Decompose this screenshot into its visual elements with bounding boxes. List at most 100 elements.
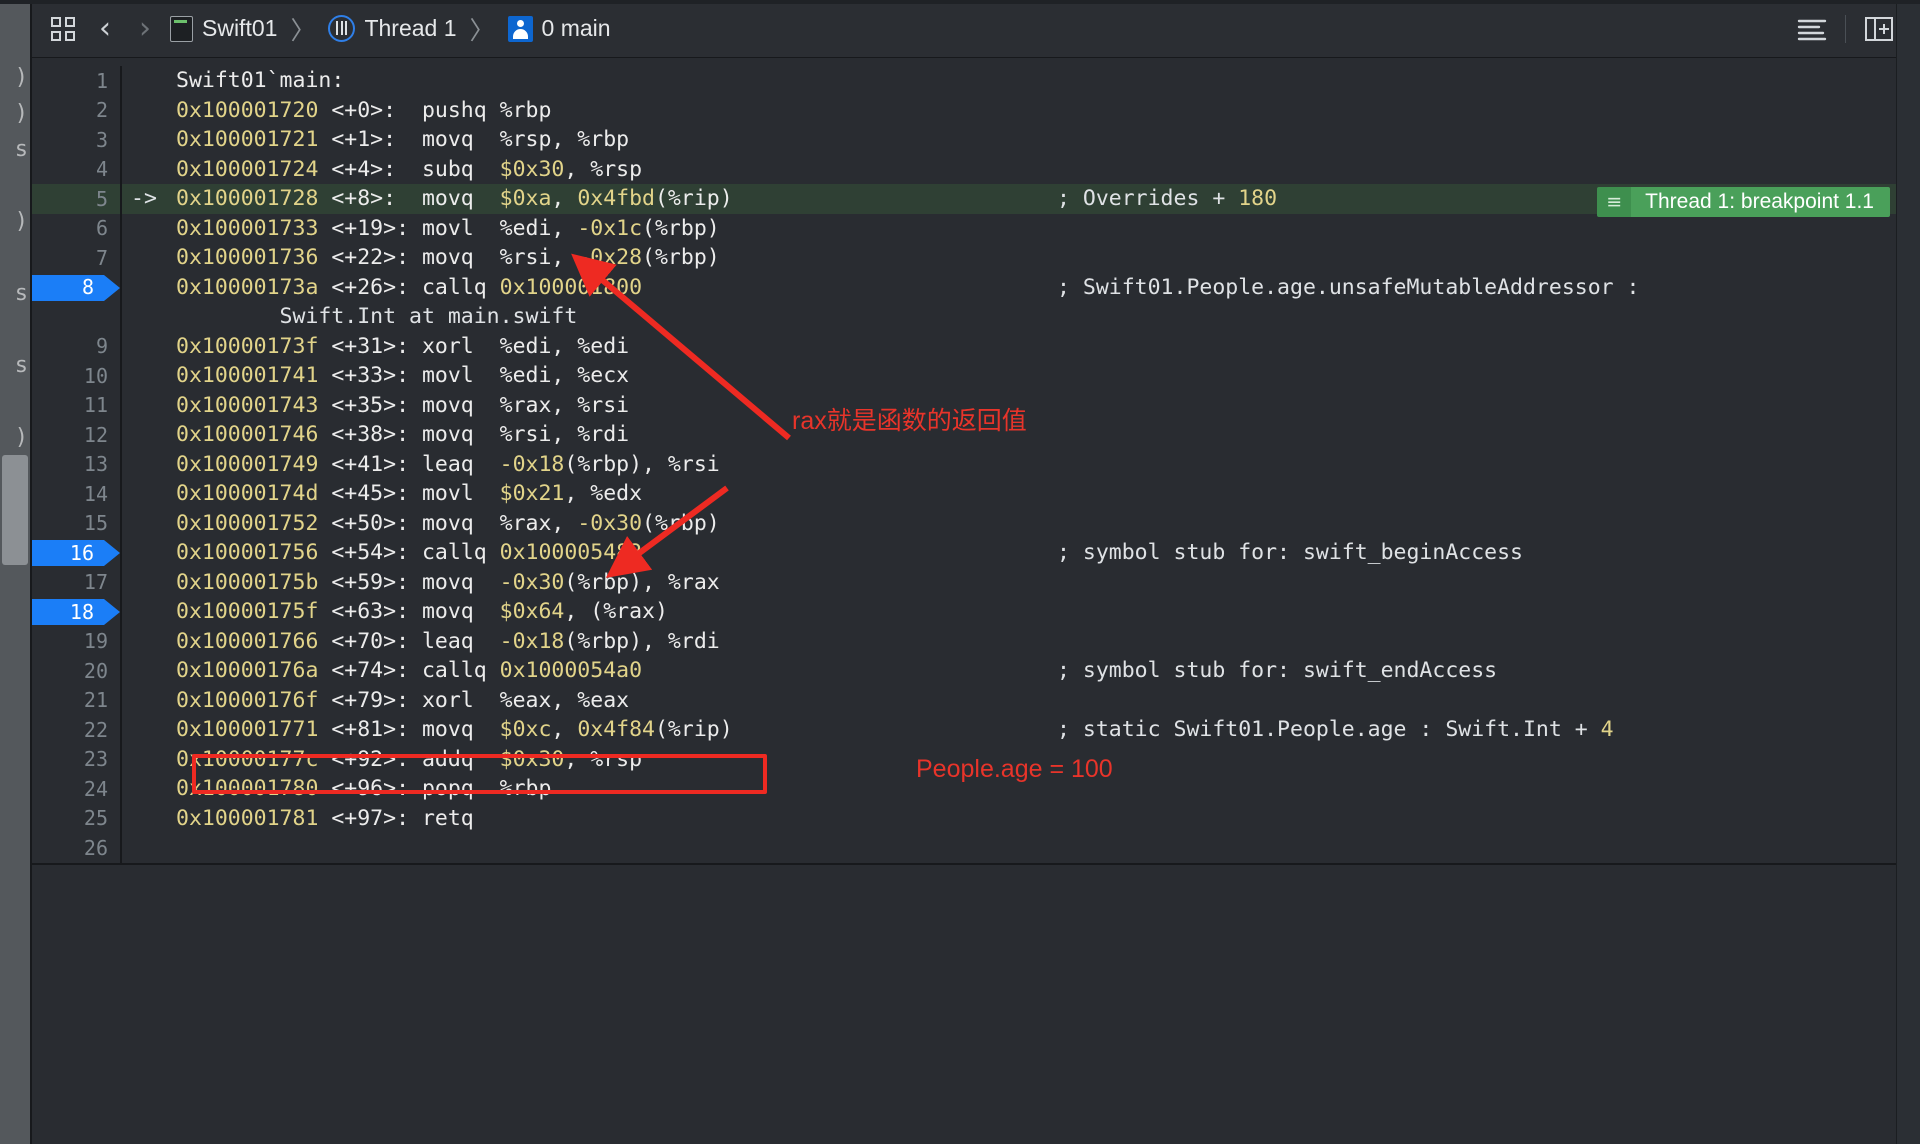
code-row[interactable]: 12 0x100001746 <+38>: movq %rsi, %rdi [32, 420, 1920, 450]
line-number: 25 [83, 806, 108, 831]
code-row[interactable]: 14 0x10000174d <+45>: movl $0x21, %edx [32, 479, 1920, 509]
breadcrumb-label-project: Swift01 [202, 15, 278, 41]
line-number: 14 [83, 481, 108, 506]
code-row[interactable]: 25 0x100001781 <+97>: retq [32, 803, 1920, 833]
code-row[interactable]: 10 0x100001741 <+33>: movl %edi, %ecx [32, 361, 1920, 391]
left-panel-scrollbar[interactable] [2, 455, 28, 565]
breakpoint-marker[interactable]: 8 [32, 273, 120, 303]
code-row[interactable]: 22 0x100001771 <+81>: movq $0xc, 0x4f84(%… [32, 715, 1920, 745]
code-text: 0x100001756 <+54>: callq 0x100005482 [176, 540, 643, 566]
badge-handle-icon[interactable]: ≡ [1597, 187, 1632, 217]
left-peek-text: ) ) s ) s s ) [14, 65, 28, 450]
left-navigator-peek-panel[interactable]: ) ) s ) s s ) [0, 0, 30, 1144]
code-text: 0x100001780 <+96>: popq %rbp [176, 776, 552, 802]
gutter-divider [120, 774, 122, 804]
editor-bottom-divider [32, 862, 1920, 865]
gutter-divider [120, 95, 122, 125]
code-text: 0x100001746 <+38>: movq %rsi, %rdi [176, 422, 630, 448]
code-text: 0x100001724 <+4>: subq $0x30, %rsp [176, 156, 643, 182]
breakpoint-marker[interactable]: 16 [32, 538, 120, 568]
code-row[interactable]: 16 0x100001756 <+54>: callq 0x100005482 ; … [32, 538, 1920, 568]
gutter-divider [120, 656, 122, 686]
code-text: 0x100001736 <+22>: movq %rsi, -0x28(%rbp… [176, 245, 720, 271]
code-text: 0x100001752 <+50>: movq %rax, -0x30(%rbp… [176, 510, 720, 536]
breadcrumb-label-thread: Thread 1 [364, 15, 457, 41]
breakpoint-marker[interactable]: 18 [32, 597, 120, 627]
add-editor-icon[interactable] [1862, 12, 1896, 46]
grid-layout-icon[interactable] [46, 12, 80, 46]
back-button[interactable]: ‹ [90, 13, 120, 44]
code-text: 0x100001721 <+1>: movq %rsp, %rbp [176, 127, 630, 153]
jump-bar-toolbar: ‹ › Swift01 〉 Thread 1 〉 0 main [32, 0, 1920, 58]
program-counter-arrow: -> [131, 186, 157, 212]
code-row[interactable]: 24 0x100001780 <+96>: popq %rbp [32, 774, 1920, 804]
code-comment: ; static Swift01.People.age : Swift.Int … [1057, 717, 1614, 742]
code-row[interactable]: 21 0x10000176f <+79>: xorl %eax, %eax [32, 685, 1920, 715]
jump-bar-left-group: ‹ › Swift01 〉 Thread 1 〉 0 main [32, 11, 1795, 47]
code-row[interactable]: 7 0x100001736 <+22>: movq %rsi, -0x28(%rb… [32, 243, 1920, 273]
gutter-divider [120, 154, 122, 184]
line-number: 15 [83, 511, 108, 536]
code-row[interactable]: 26 [32, 833, 1920, 863]
gutter-divider [120, 744, 122, 774]
breakpoint-status-badge[interactable]: ≡ Thread 1: breakpoint 1.1 [1597, 187, 1890, 217]
code-row[interactable]: 6 0x100001733 <+19>: movl %edi, -0x1c(%rb… [32, 213, 1920, 243]
line-number [32, 302, 120, 332]
breadcrumb-item-frame[interactable]: 0 main [507, 15, 611, 42]
code-text: 0x100001728 <+8>: movq $0xa, 0x4fbd(%rip… [176, 186, 733, 212]
line-number: 2 [95, 98, 108, 123]
gutter-divider [120, 538, 122, 568]
stack-frame-icon [507, 15, 533, 42]
gutter-divider [120, 184, 122, 214]
xcode-debugger-window: ) ) s ) s s ) ‹ › Swift01 〉 Thread 1 〉 0… [0, 0, 1920, 1144]
code-text: 0x100001781 <+97>: retq [176, 805, 500, 831]
code-text: 0x10000176a <+74>: callq 0x1000054a0 [176, 658, 643, 684]
code-row[interactable]: 20 0x10000176a <+74>: callq 0x1000054a0 ; … [32, 656, 1920, 686]
breadcrumb-item-project[interactable]: Swift01 [170, 15, 277, 42]
line-number: 20 [83, 658, 108, 683]
code-row[interactable]: 18 0x10000175f <+63>: movq $0x64, (%rax) [32, 597, 1920, 627]
code-row[interactable]: 19 0x100001766 <+70>: leaq -0x18(%rbp), %… [32, 626, 1920, 656]
gutter-divider [120, 361, 122, 391]
left-panel-divider [30, 0, 32, 1144]
code-row[interactable]: 2 0x100001720 <+0>: pushq %rbp [32, 95, 1920, 125]
code-text: 0x100001766 <+70>: leaq -0x18(%rbp), %rd… [176, 628, 720, 654]
disassembly-lines: 1 Swift01`main: 2 0x100001720 <+0>: pushq %… [32, 58, 1920, 865]
line-number: 3 [95, 127, 108, 152]
code-row[interactable]: Swift.Int at main.swift [32, 302, 1920, 332]
code-row[interactable]: 5 -> 0x100001728 <+8>: movq $0xa, 0x4fbd(%… [32, 184, 1920, 217]
code-text: 0x10000176f <+79>: xorl %eax, %eax [176, 687, 630, 713]
code-row[interactable]: 9 0x10000173f <+31>: xorl %edi, %edi [32, 331, 1920, 361]
code-row[interactable]: 23 0x10000177c <+92>: addq $0x30, %rsp [32, 744, 1920, 774]
breadcrumb-item-thread[interactable]: Thread 1 [328, 15, 457, 42]
gutter-divider [120, 833, 122, 863]
code-row[interactable]: 4 0x100001724 <+4>: subq $0x30, %rsp [32, 154, 1920, 184]
code-row[interactable]: 11 0x100001743 <+35>: movq %rax, %rsi [32, 390, 1920, 420]
code-text: 0x10000175b <+59>: movq -0x30(%rbp), %ra… [176, 569, 720, 595]
forward-button[interactable]: › [130, 13, 160, 44]
gutter-divider [120, 272, 122, 302]
code-row[interactable]: 15 0x100001752 <+50>: movq %rax, -0x30(%r… [32, 508, 1920, 538]
code-text: 0x100001771 <+81>: movq $0xc, 0x4f84(%ri… [176, 717, 733, 743]
code-comment: ; Overrides + 180 [1057, 186, 1278, 211]
code-row[interactable]: 8 0x10000173a <+26>: callq 0x100001800 ; S… [32, 272, 1920, 303]
window-top-strip [0, 0, 1920, 4]
code-row[interactable]: 3 0x100001721 <+1>: movq %rsp, %rbp [32, 125, 1920, 155]
gutter-divider [120, 715, 122, 745]
list-lines-icon[interactable] [1795, 12, 1829, 46]
code-row[interactable]: 1 Swift01`main: [32, 66, 1920, 96]
gutter-divider [120, 597, 122, 627]
code-row[interactable]: 13 0x100001749 <+41>: leaq -0x18(%rbp), %… [32, 449, 1920, 479]
line-number: 10 [83, 363, 108, 388]
breadcrumb-separator-2: 〉 [469, 16, 495, 45]
line-number: 19 [83, 629, 108, 654]
right-panel-edge [1896, 0, 1920, 1144]
code-text: 0x10000174d <+45>: movl $0x21, %edx [176, 481, 643, 507]
line-number: 12 [83, 422, 108, 447]
project-icon [170, 15, 193, 42]
disassembly-editor[interactable]: 1 Swift01`main: 2 0x100001720 <+0>: pushq %… [32, 58, 1920, 1144]
code-row[interactable]: 17 0x10000175b <+59>: movq -0x30(%rbp), %… [32, 567, 1920, 597]
code-text: Swift.Int at main.swift [176, 304, 578, 330]
line-number: 5 [95, 186, 108, 211]
line-number: 1 [95, 68, 108, 93]
